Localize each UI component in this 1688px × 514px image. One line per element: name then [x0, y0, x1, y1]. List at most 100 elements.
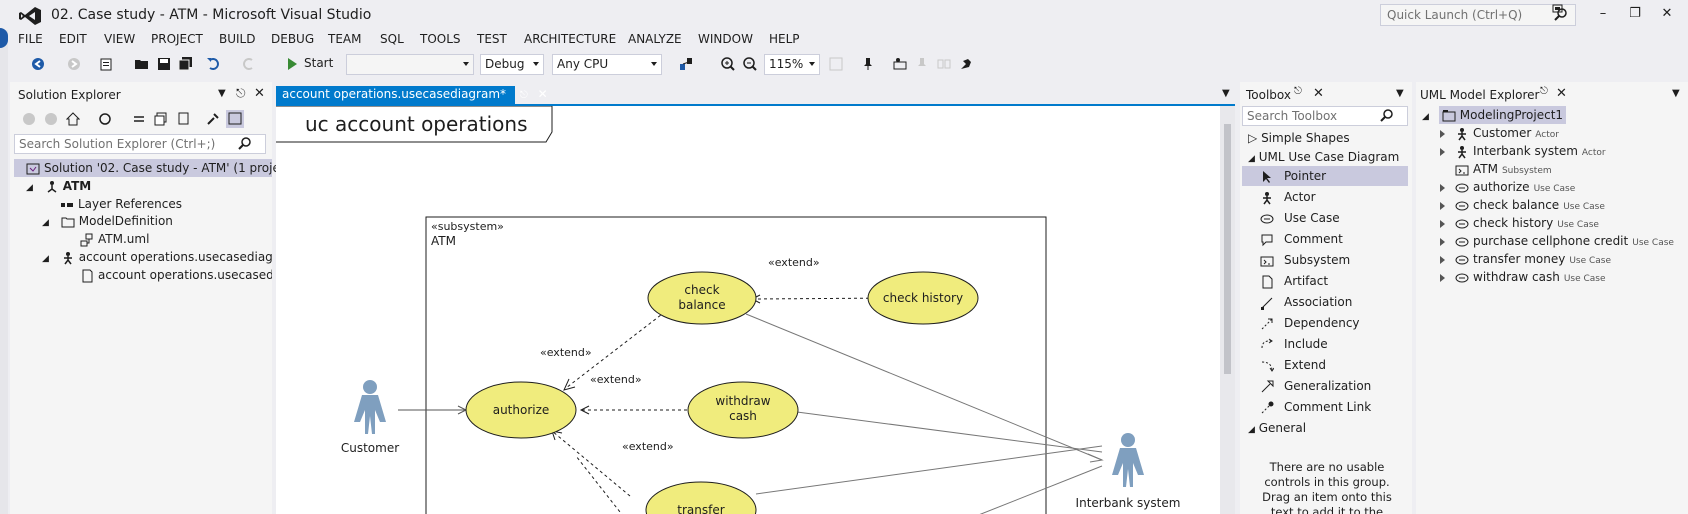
save-icon[interactable] — [156, 56, 172, 72]
forward-icon[interactable] — [44, 112, 58, 126]
collapsed-arrow-icon[interactable] — [1440, 201, 1445, 210]
close-window-button[interactable]: ✕ — [1656, 6, 1678, 24]
actor-interbank-system[interactable] — [1112, 433, 1144, 487]
toolbox-group-uml-usecase[interactable]: ◢ UML Use Case Diagram — [1248, 147, 1399, 167]
actor-customer[interactable] — [354, 380, 386, 434]
pin-icon[interactable] — [860, 56, 876, 72]
quick-launch-input[interactable]: Quick Launch (Ctrl+Q) — [1380, 4, 1576, 26]
preview-selected-icon[interactable] — [226, 110, 244, 128]
tree-item-diagram-layout[interactable]: account operations.usecasediagram.layout — [80, 266, 272, 284]
usecase-diagram[interactable]: uc account operations «subsystem» ATM «e… — [276, 106, 1220, 514]
start-button[interactable]: Start — [304, 53, 333, 73]
sync-icon[interactable] — [98, 112, 112, 126]
toolbox-group-simple-shapes[interactable]: ▷ Simple Shapes — [1248, 128, 1350, 148]
tree-item-layer-references[interactable]: Layer References — [60, 195, 182, 213]
collapsed-arrow-icon[interactable] — [1440, 147, 1445, 156]
toolbox-item-dependency[interactable]: Dependency — [1260, 313, 1360, 333]
toolbox-item-artifact[interactable]: Artifact — [1260, 271, 1328, 291]
layout-icon[interactable] — [678, 56, 694, 72]
toolbox-item-extend[interactable]: Extend — [1260, 355, 1326, 375]
tree-item-usecase-diagram[interactable]: ◢ account operations.usecasediagram — [42, 248, 272, 266]
open-file-icon[interactable] — [134, 56, 150, 72]
uml-item-transfer-money[interactable]: transfer money Use Case — [1440, 250, 1611, 268]
uml-item-purchase-cellphone-credit[interactable]: purchase cellphone credit Use Case — [1440, 232, 1674, 250]
redo-icon[interactable] — [240, 56, 256, 72]
close-panel-icon[interactable]: ✕ — [1313, 86, 1324, 101]
menu-architecture[interactable]: ARCHITECTURE — [524, 32, 616, 46]
maximize-button[interactable]: ❐ — [1624, 6, 1646, 24]
collapsed-arrow-icon[interactable] — [1440, 219, 1445, 228]
uml-item-check-history[interactable]: check history Use Case — [1440, 214, 1599, 232]
pin-panel-icon[interactable]: ⎋ — [1540, 86, 1548, 97]
refresh-icon[interactable] — [132, 112, 146, 126]
close-panel-icon[interactable]: ✕ — [1556, 86, 1567, 101]
subsystem-atm[interactable] — [425, 216, 1047, 514]
menu-project[interactable]: PROJECT — [151, 32, 203, 46]
home-icon[interactable] — [66, 112, 80, 126]
toolbox-item-subsystem[interactable]: Subsystem — [1260, 250, 1350, 270]
tree-item-atm-project[interactable]: ◢ ATM — [26, 177, 91, 195]
expanded-arrow-icon[interactable]: ◢ — [1422, 112, 1429, 122]
toolbox-item-comment-link[interactable]: Comment Link — [1260, 397, 1371, 417]
expanded-arrow-icon[interactable]: ◢ — [42, 218, 49, 228]
menu-edit[interactable]: EDIT — [59, 32, 87, 46]
uml-item-check-balance[interactable]: check balance Use Case — [1440, 196, 1605, 214]
toolbox-item-association[interactable]: Association — [1260, 292, 1352, 312]
uml-item-customer[interactable]: Customer Actor — [1440, 124, 1559, 142]
expanded-arrow-icon[interactable]: ◢ — [26, 183, 33, 193]
toolbox-item-generalization[interactable]: Generalization — [1260, 376, 1371, 396]
properties-icon[interactable] — [206, 112, 220, 126]
zoom-to-fit-icon[interactable] — [828, 56, 844, 72]
menu-analyze[interactable]: ANALYZE — [628, 32, 682, 46]
uml-item-authorize[interactable]: authorize Use Case — [1440, 178, 1575, 196]
menu-sql[interactable]: SQL — [380, 32, 404, 46]
collapsed-arrow-icon[interactable] — [1440, 255, 1445, 264]
zoom-dropdown[interactable]: 115% — [764, 54, 820, 75]
collapsed-arrow-icon[interactable] — [1440, 237, 1445, 246]
unlink-icon[interactable] — [936, 56, 952, 72]
tab-overflow-dropdown-icon[interactable]: ▼ — [1222, 88, 1230, 99]
uml-item-interbank-system[interactable]: Interbank system Actor — [1440, 142, 1606, 160]
menu-file[interactable]: FILE — [18, 32, 43, 46]
menu-build[interactable]: BUILD — [219, 32, 255, 46]
tree-item-model-definition[interactable]: ◢ ModelDefinition — [42, 212, 173, 230]
platform-dropdown[interactable]: Any CPU — [552, 54, 662, 75]
collapsed-arrow-icon[interactable] — [1440, 129, 1445, 138]
menu-window[interactable]: WINDOW — [698, 32, 753, 46]
toolbox-item-comment[interactable]: Comment — [1260, 229, 1343, 249]
navigate-back-icon[interactable] — [30, 56, 46, 72]
close-panel-icon[interactable]: ✕ — [254, 86, 265, 101]
expanded-arrow-icon[interactable]: ◢ — [42, 254, 49, 264]
new-project-icon[interactable] — [98, 56, 114, 72]
toolbox-item-pointer[interactable]: Pointer — [1242, 166, 1408, 186]
uml-root-modeling-project[interactable]: ◢ ModelingProject1 — [1422, 106, 1567, 124]
run-icon[interactable] — [958, 56, 974, 72]
panel-dropdown-icon[interactable]: ▼ — [218, 88, 226, 99]
save-all-icon[interactable] — [178, 56, 194, 72]
debug-target-dropdown[interactable] — [346, 54, 474, 75]
start-debugging-icon[interactable] — [284, 56, 300, 72]
configuration-dropdown[interactable]: Debug — [480, 54, 544, 75]
menu-tools[interactable]: TOOLS — [420, 32, 461, 46]
tree-item-atm-uml[interactable]: ATM.uml — [80, 230, 149, 248]
panel-dropdown-icon[interactable]: ▼ — [1396, 88, 1404, 99]
collapsed-arrow-icon[interactable] — [1440, 183, 1445, 192]
toolbox-item-use-case[interactable]: Use Case — [1260, 208, 1340, 228]
scrollbar-thumb[interactable] — [1224, 124, 1231, 374]
collapse-all-icon[interactable] — [154, 112, 168, 126]
menu-help[interactable]: HELP — [769, 32, 800, 46]
menu-test[interactable]: TEST — [477, 32, 507, 46]
collapsed-arrow-icon[interactable] — [1440, 273, 1445, 282]
close-tab-icon[interactable]: ✕ — [538, 87, 548, 101]
navigate-forward-icon[interactable] — [66, 56, 82, 72]
pin-panel-icon[interactable]: ⎋ — [236, 86, 246, 101]
pin-panel-icon[interactable]: ⎋ — [1294, 86, 1302, 97]
toolbox-item-include[interactable]: Include — [1260, 334, 1328, 354]
undo-icon[interactable] — [206, 56, 222, 72]
minimize-button[interactable]: – — [1592, 6, 1614, 24]
pin-disabled-icon[interactable] — [914, 56, 930, 72]
tab-account-operations[interactable]: account operations.usecasediagram* ⎋ ✕ — [276, 86, 548, 104]
show-all-files-icon[interactable] — [176, 112, 190, 126]
toolbox-item-actor[interactable]: Actor — [1260, 187, 1316, 207]
uml-item-atm[interactable]: ATM Subsystem — [1455, 160, 1552, 178]
